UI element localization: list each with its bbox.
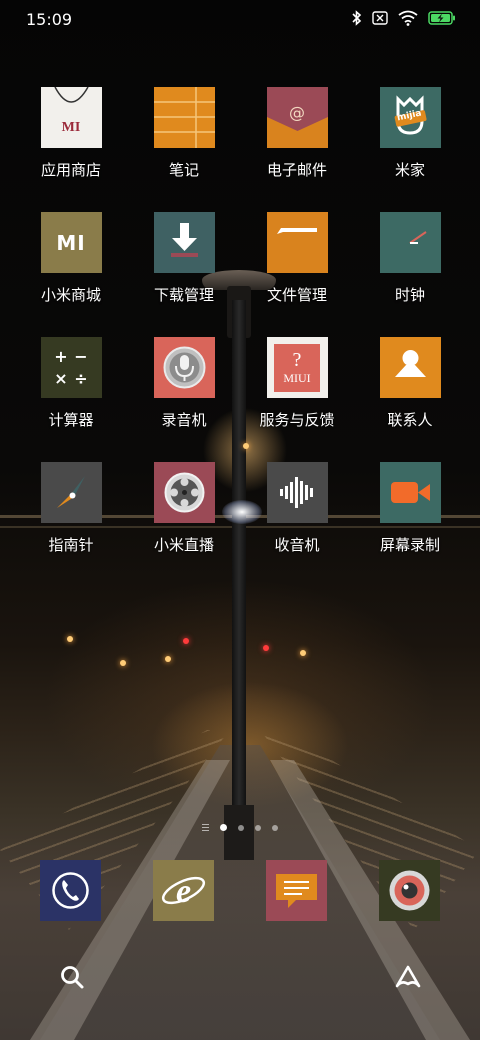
dock-browser[interactable]: e bbox=[153, 860, 214, 921]
film-reel-icon bbox=[153, 462, 215, 523]
multiply-sign: × bbox=[54, 368, 68, 388]
app-label: 米家 bbox=[394, 161, 425, 179]
app-downloads[interactable]: 下载管理 bbox=[132, 212, 236, 322]
search-icon bbox=[61, 966, 84, 989]
app-label: 服务与反馈 bbox=[259, 411, 335, 429]
page-indicator[interactable] bbox=[0, 824, 480, 831]
dock-phone[interactable] bbox=[40, 860, 101, 921]
app-label: 小米直播 bbox=[153, 536, 214, 554]
microphone-icon bbox=[153, 337, 215, 398]
status-bar: 15:09 bbox=[0, 0, 480, 40]
assistant-button[interactable] bbox=[393, 962, 423, 992]
app-feedback[interactable]: ? MIUI 服务与反馈 bbox=[245, 337, 349, 447]
wifi-icon bbox=[398, 10, 418, 26]
app-label: 计算器 bbox=[48, 411, 94, 429]
app-file-manager[interactable]: 文件管理 bbox=[245, 212, 349, 322]
app-calculator[interactable]: + − × ÷ 计算器 bbox=[19, 337, 123, 447]
app-label: 下载管理 bbox=[153, 286, 214, 304]
feedback-icon: ? MIUI bbox=[266, 337, 328, 398]
app-contacts[interactable]: 联系人 bbox=[358, 337, 462, 447]
dock-messages[interactable] bbox=[266, 860, 327, 921]
sim-card-icon bbox=[372, 11, 388, 25]
browser-e-icon: e bbox=[161, 873, 206, 910]
folder-icon bbox=[266, 212, 328, 273]
phone-icon bbox=[52, 872, 89, 909]
station-light bbox=[300, 650, 306, 656]
app-mi-live[interactable]: 小米直播 bbox=[132, 462, 236, 572]
station-light bbox=[120, 660, 126, 666]
app-label: 收音机 bbox=[274, 536, 320, 554]
download-arrow-icon bbox=[153, 212, 215, 273]
app-label: 文件管理 bbox=[266, 286, 327, 304]
status-time: 15:09 bbox=[26, 10, 73, 29]
clock-icon bbox=[379, 212, 441, 273]
message-bubble-icon bbox=[276, 874, 317, 908]
radio-waveform-icon bbox=[266, 462, 328, 523]
page-dot[interactable] bbox=[238, 824, 244, 831]
signal-light bbox=[263, 645, 269, 651]
compass-icon bbox=[40, 462, 102, 523]
search-button[interactable] bbox=[57, 962, 87, 992]
plus-sign: + bbox=[54, 346, 68, 366]
bluetooth-icon bbox=[352, 10, 362, 26]
app-app-store[interactable]: MI 应用商店 bbox=[19, 87, 123, 197]
mijia-icon: mijia bbox=[379, 87, 441, 148]
calculator-icon: + − × ÷ bbox=[40, 337, 102, 398]
app-recorder[interactable]: 录音机 bbox=[132, 337, 236, 447]
person-icon bbox=[379, 337, 441, 398]
divide-sign: ÷ bbox=[74, 368, 88, 388]
app-label: 联系人 bbox=[387, 411, 433, 429]
app-label: 应用商店 bbox=[40, 161, 101, 179]
mi-store-logo-text: MI bbox=[56, 230, 86, 255]
mi-shopping-bag-icon: MI bbox=[40, 87, 102, 148]
battery-charging-icon bbox=[428, 11, 455, 25]
calculator-symbols: + − × ÷ bbox=[52, 347, 90, 389]
app-compass[interactable]: 指南针 bbox=[19, 462, 123, 572]
page-dot[interactable] bbox=[272, 824, 278, 831]
minus-sign: − bbox=[74, 346, 88, 366]
app-screen-recorder[interactable]: 屏幕录制 bbox=[358, 462, 462, 572]
question-mark: ? bbox=[292, 349, 302, 371]
app-label: 指南针 bbox=[48, 536, 94, 554]
app-clock[interactable]: 时钟 bbox=[358, 212, 462, 322]
feedback-badge: ? MIUI bbox=[274, 343, 320, 392]
miui-text: MIUI bbox=[283, 371, 311, 385]
app-radio[interactable]: 收音机 bbox=[245, 462, 349, 572]
lamp-pole-base bbox=[224, 805, 254, 860]
dock-camera[interactable] bbox=[379, 860, 440, 921]
station-light bbox=[165, 656, 171, 662]
email-envelope-icon: @ bbox=[266, 87, 328, 148]
page-dot[interactable] bbox=[255, 824, 261, 831]
app-label: 笔记 bbox=[168, 161, 199, 179]
app-label: 小米商城 bbox=[40, 286, 101, 304]
app-mi-store[interactable]: MI 小米商城 bbox=[19, 212, 123, 322]
app-label: 电子邮件 bbox=[266, 161, 327, 179]
app-store-logo-text: MI bbox=[61, 120, 81, 135]
app-mijia[interactable]: mijia 米家 bbox=[358, 87, 462, 197]
app-notes[interactable]: 笔记 bbox=[132, 87, 236, 197]
app-label: 时钟 bbox=[394, 286, 425, 304]
page-dot-active[interactable] bbox=[220, 824, 227, 831]
signal-light bbox=[183, 638, 189, 644]
email-at-sign: @ bbox=[289, 103, 305, 122]
app-label: 屏幕录制 bbox=[379, 536, 440, 554]
app-email[interactable]: @ 电子邮件 bbox=[245, 87, 349, 197]
status-icons bbox=[352, 10, 456, 26]
mi-logo-icon: MI bbox=[40, 212, 102, 273]
station-light bbox=[67, 636, 73, 642]
video-camera-icon bbox=[379, 462, 441, 523]
camera-lens-icon bbox=[389, 870, 430, 911]
notes-icon bbox=[153, 87, 215, 148]
assistant-icon bbox=[395, 965, 421, 988]
app-label: 录音机 bbox=[161, 411, 207, 429]
all-pages-icon[interactable] bbox=[202, 824, 209, 831]
